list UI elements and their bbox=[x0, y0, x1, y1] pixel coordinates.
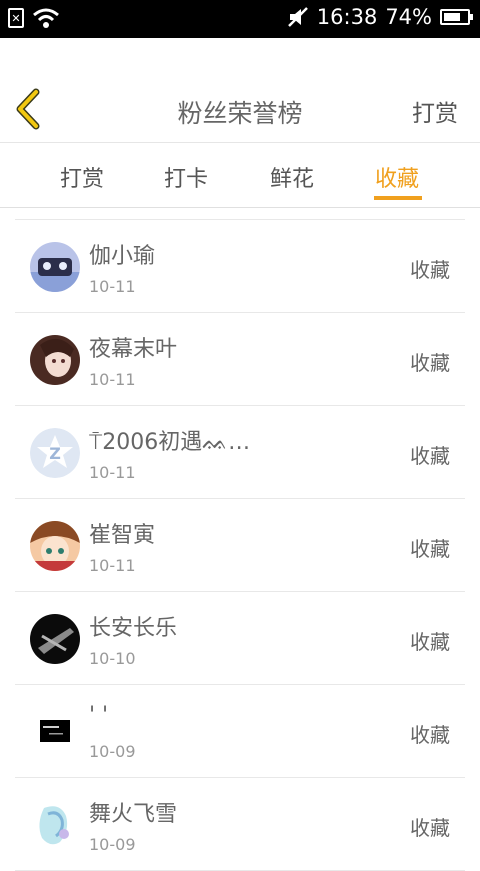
favorite-label: 收藏 bbox=[410, 351, 450, 375]
fan-name: ⍑2006初遇ᨐ… bbox=[89, 430, 251, 455]
list-item[interactable]: 长安长乐 10-10 收藏 bbox=[15, 592, 465, 685]
battery-percent: 74% bbox=[385, 5, 432, 29]
page-title: 粉丝荣誉榜 bbox=[177, 99, 303, 128]
fan-date: 10-10 bbox=[89, 649, 136, 668]
reward-button[interactable]: 打赏 bbox=[412, 94, 458, 128]
list-item[interactable]: 崔智寅 10-11 收藏 bbox=[15, 499, 465, 592]
avatar bbox=[30, 335, 80, 385]
favorite-label: 收藏 bbox=[410, 444, 450, 468]
tab-reward[interactable]: 打赏 bbox=[60, 161, 104, 193]
tab-flowers[interactable]: 鲜花 bbox=[270, 161, 314, 193]
list-item[interactable]: 伽小瑜 10-11 收藏 bbox=[15, 220, 465, 313]
fan-date: 10-11 bbox=[89, 463, 136, 482]
fan-name: 舞火飞雪 bbox=[89, 802, 178, 827]
fan-date: 10-11 bbox=[89, 370, 136, 389]
list-item[interactable]: 舞火飞雪 10-09 收藏 bbox=[15, 778, 465, 871]
list-item[interactable]: ' ' 10-09 收藏 bbox=[15, 685, 465, 778]
avatar bbox=[30, 614, 80, 664]
favorite-label: 收藏 bbox=[410, 537, 450, 561]
header: 粉丝荣誉榜 打赏 bbox=[0, 38, 480, 143]
avatar bbox=[30, 800, 80, 850]
active-tab-indicator bbox=[374, 196, 422, 200]
tab-favorites[interactable]: 收藏 bbox=[375, 161, 419, 193]
tab-checkin[interactable]: 打卡 bbox=[164, 161, 208, 193]
list-item[interactable]: 夜幕末叶 10-11 收藏 bbox=[15, 313, 465, 406]
favorite-label: 收藏 bbox=[410, 816, 450, 840]
fan-list: 伽小瑜 10-11 收藏 夜幕末叶 10-11 收藏 Z ⍑2006初遇ᨐ… 1… bbox=[15, 219, 465, 871]
battery-icon bbox=[440, 9, 473, 25]
svg-text:Z: Z bbox=[49, 444, 61, 463]
clock: 16:38 bbox=[316, 5, 378, 29]
mute-icon bbox=[287, 7, 308, 27]
fan-name: 崔智寅 bbox=[89, 523, 156, 548]
fan-date: 10-11 bbox=[89, 277, 136, 296]
list-item[interactable]: Z ⍑2006初遇ᨐ… 10-11 收藏 bbox=[15, 406, 465, 499]
avatar bbox=[30, 521, 80, 571]
notification-icon: ✕ bbox=[8, 8, 24, 28]
favorite-label: 收藏 bbox=[410, 630, 450, 654]
avatar: Z bbox=[30, 428, 80, 478]
fan-name: ' ' bbox=[89, 703, 109, 728]
fan-name: 伽小瑜 bbox=[89, 244, 156, 269]
fan-name: 长安长乐 bbox=[89, 616, 178, 641]
fan-date: 10-09 bbox=[89, 742, 136, 761]
favorite-label: 收藏 bbox=[410, 723, 450, 747]
status-bar: ✕ 16:38 74% bbox=[0, 0, 480, 38]
avatar bbox=[30, 242, 80, 292]
favorite-label: 收藏 bbox=[410, 258, 450, 282]
fan-date: 10-11 bbox=[89, 556, 136, 575]
fan-date: 10-09 bbox=[89, 835, 136, 854]
avatar bbox=[30, 707, 80, 757]
fan-name: 夜幕末叶 bbox=[89, 337, 178, 362]
wifi-icon bbox=[33, 8, 59, 28]
